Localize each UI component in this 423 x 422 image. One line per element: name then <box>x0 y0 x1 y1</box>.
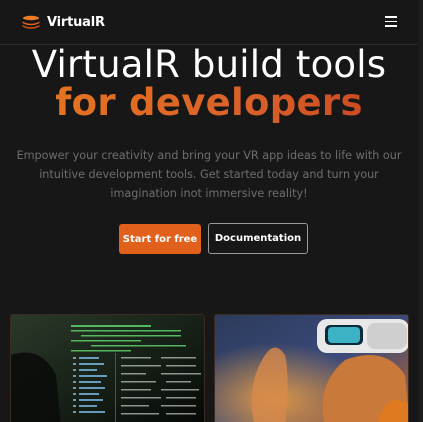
vr-headset-person-image <box>214 314 409 422</box>
brand-name: VirtualR <box>47 14 105 30</box>
start-for-free-button[interactable]: Start for free <box>119 224 201 254</box>
brand-logo[interactable]: VirtualR <box>21 14 105 30</box>
scrollbar[interactable] <box>418 0 423 422</box>
hamburger-menu-icon[interactable] <box>385 16 399 27</box>
hero-description: Empower your creativity and bring your V… <box>16 149 402 200</box>
landing-page: VirtualR VirtualR build tools for develo… <box>0 0 418 422</box>
stacked-layers-logo-icon <box>22 15 40 29</box>
navbar: VirtualR <box>0 0 418 45</box>
documentation-button[interactable]: Documentation <box>208 223 308 254</box>
hero-title: VirtualR build tools <box>31 43 387 86</box>
code-screens-image <box>10 314 205 422</box>
hero-subtitle: for developers <box>0 82 418 124</box>
